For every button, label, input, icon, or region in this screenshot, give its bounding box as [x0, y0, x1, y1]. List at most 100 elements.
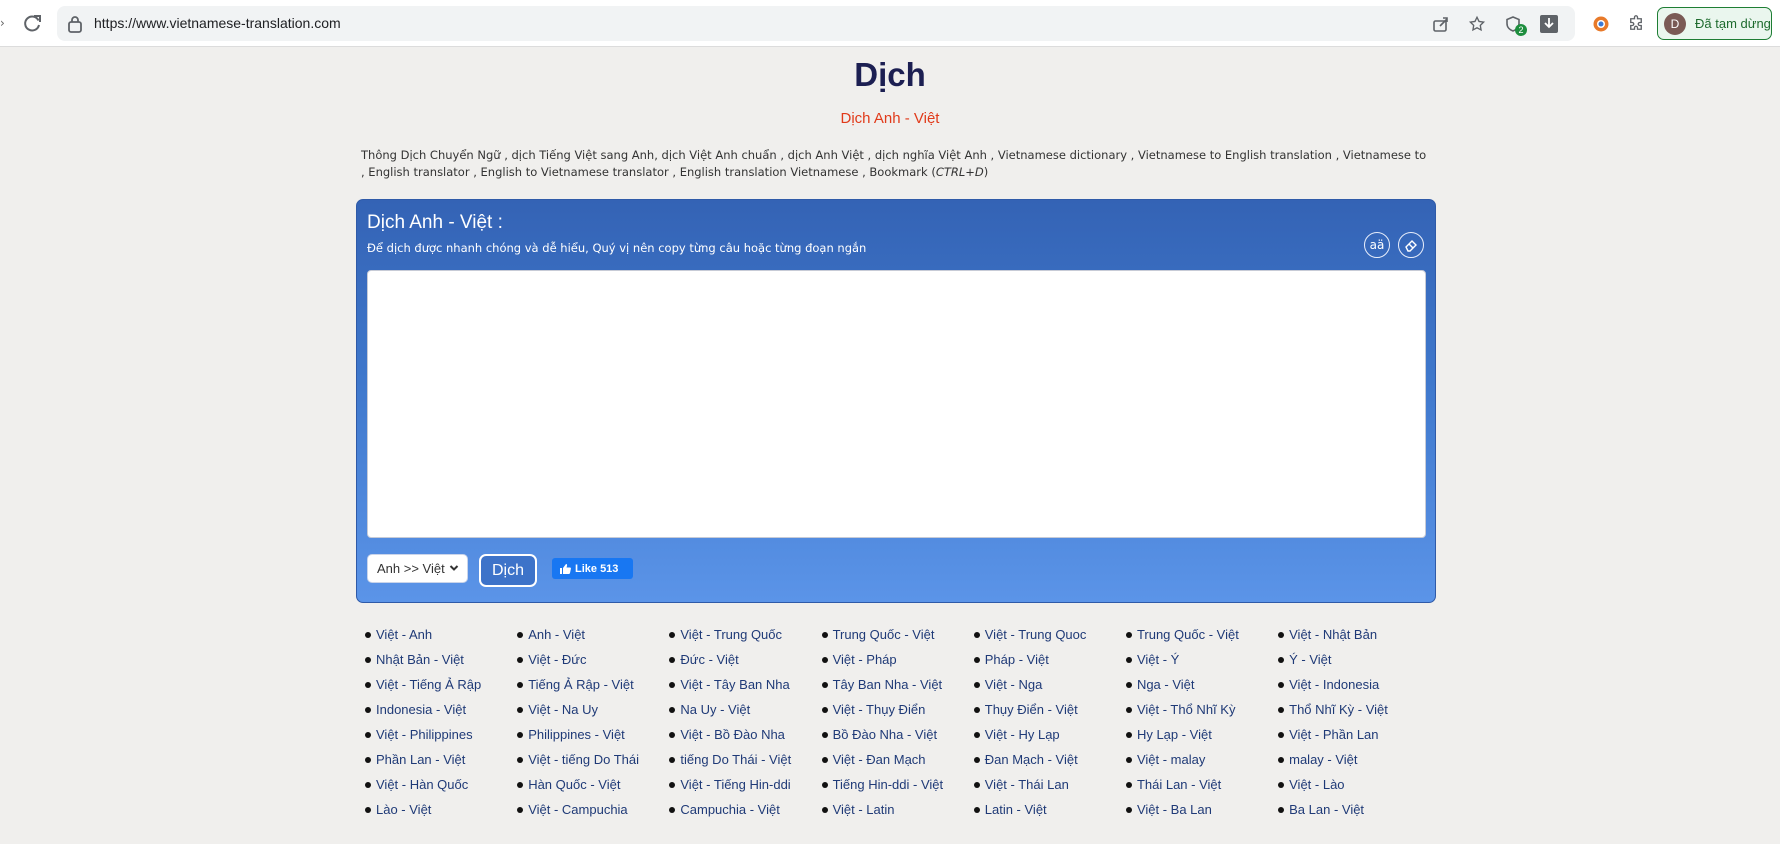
- translate-button[interactable]: Dịch: [479, 554, 537, 587]
- reload-icon[interactable]: [20, 12, 44, 36]
- chrome-ext-icon[interactable]: [1587, 10, 1615, 38]
- language-link[interactable]: Tây Ban Nha - Việt: [821, 672, 974, 697]
- language-link[interactable]: Việt - Trung Quốc: [669, 622, 821, 647]
- bullet-icon: [517, 681, 524, 688]
- language-link[interactable]: Trung Quốc - Việt: [1125, 622, 1278, 647]
- language-link[interactable]: Việt - Thổ Nhĩ Kỳ: [1125, 697, 1278, 722]
- language-link[interactable]: Philippines - Việt: [517, 722, 669, 747]
- language-link[interactable]: Việt - Indonesia: [1278, 672, 1430, 697]
- clear-button[interactable]: [1398, 232, 1424, 258]
- language-link[interactable]: Tiếng Ả Rập - Việt: [517, 672, 669, 697]
- language-link[interactable]: Tiếng Hin-ddi - Việt: [821, 772, 974, 797]
- language-link[interactable]: Việt - Ý: [1125, 647, 1278, 672]
- panel-hint: Để dịch được nhanh chóng và dễ hiểu, Quý…: [367, 241, 867, 255]
- language-link[interactable]: Việt - Trung Quoc: [973, 622, 1126, 647]
- language-link[interactable]: Việt - Pháp: [821, 647, 974, 672]
- language-link[interactable]: Đức - Việt: [669, 647, 821, 672]
- language-link-label: Na Uy - Việt: [680, 702, 751, 717]
- star-icon[interactable]: [1459, 10, 1495, 37]
- language-link[interactable]: Việt - Hy Lạp: [973, 722, 1126, 747]
- language-link[interactable]: Anh - Việt: [517, 622, 669, 647]
- bullet-icon: [365, 756, 371, 763]
- forward-icon[interactable]: ›: [0, 16, 6, 30]
- language-link[interactable]: Việt - Ba Lan: [1125, 797, 1278, 822]
- bullet-icon: [1278, 731, 1285, 738]
- language-link[interactable]: Thổ Nhĩ Kỳ - Việt: [1278, 697, 1430, 722]
- language-link-label: Philippines - Việt: [528, 727, 625, 742]
- language-link[interactable]: Indonesia - Việt: [365, 697, 517, 722]
- language-link-label: Việt - Lào: [1289, 777, 1345, 792]
- language-link[interactable]: Việt - Thụy Điển: [821, 697, 974, 722]
- bullet-icon: [365, 731, 371, 738]
- lock-icon[interactable]: [67, 15, 83, 33]
- selected-direction: Anh >> Việt: [377, 561, 445, 576]
- language-link-label: Tiếng Ả Rập - Việt: [528, 677, 634, 692]
- facebook-like-button[interactable]: Like 513: [552, 558, 633, 579]
- language-link[interactable]: Thái Lan - Việt: [1125, 772, 1278, 797]
- language-link-label: Việt - Tiếng Ả Rập: [376, 677, 482, 692]
- profile-button[interactable]: D Đã tạm dừng: [1657, 7, 1772, 40]
- language-link[interactable]: Pháp - Việt: [973, 647, 1126, 672]
- language-link[interactable]: Nhật Bản - Việt: [365, 647, 517, 672]
- language-link[interactable]: Việt - Philippines: [365, 722, 517, 747]
- language-link[interactable]: Việt - Na Uy: [517, 697, 669, 722]
- bullet-icon: [821, 656, 828, 663]
- language-link[interactable]: Việt - tiếng Do Thái: [517, 747, 669, 772]
- language-link[interactable]: Việt - Đức: [517, 647, 669, 672]
- language-link-label: Tây Ban Nha - Việt: [832, 677, 943, 692]
- download-icon[interactable]: [1531, 10, 1567, 37]
- language-link[interactable]: Ý - Việt: [1278, 647, 1430, 672]
- extension-check-icon[interactable]: 2: [1495, 10, 1531, 37]
- language-link[interactable]: Việt - malay: [1125, 747, 1278, 772]
- language-link[interactable]: Trung Quốc - Việt: [821, 622, 974, 647]
- font-size-button[interactable]: aä: [1364, 232, 1390, 258]
- bullet-icon: [365, 656, 371, 663]
- language-link[interactable]: Việt - Latin: [821, 797, 974, 822]
- url-text[interactable]: https://www.vietnamese-translation.com: [94, 15, 341, 31]
- browser-toolbar: › https://www.vietnamese-translation.com…: [0, 0, 1780, 47]
- language-link-label: Nga - Việt: [1136, 677, 1195, 692]
- bookmark-shortcut: CTRL+D: [935, 165, 984, 179]
- language-link[interactable]: Bồ Đào Nha - Việt: [821, 722, 974, 747]
- language-link[interactable]: Campuchia - Việt: [669, 797, 821, 822]
- share-icon[interactable]: [1423, 10, 1459, 37]
- source-text-input[interactable]: [367, 270, 1426, 538]
- language-link[interactable]: Việt - Tây Ban Nha: [669, 672, 821, 697]
- bullet-icon: [365, 806, 371, 813]
- language-link[interactable]: malay - Việt: [1278, 747, 1430, 772]
- language-link[interactable]: Latin - Việt: [973, 797, 1126, 822]
- language-link[interactable]: Ba Lan - Việt: [1278, 797, 1430, 822]
- language-link-label: Việt - Na Uy: [528, 702, 599, 717]
- language-link[interactable]: Hàn Quốc - Việt: [517, 772, 669, 797]
- bullet-icon: [1278, 681, 1285, 688]
- language-link[interactable]: Việt - Lào: [1278, 772, 1430, 797]
- language-link-label: Ba Lan - Việt: [1289, 802, 1365, 817]
- language-link[interactable]: Việt - Đan Mạch: [821, 747, 974, 772]
- language-link[interactable]: Việt - Nga: [973, 672, 1126, 697]
- language-link[interactable]: tiếng Do Thái - Việt: [669, 747, 821, 772]
- language-link[interactable]: Việt - Nhật Bản: [1278, 622, 1430, 647]
- bullet-icon: [1125, 631, 1132, 638]
- language-link[interactable]: Phần Lan - Việt: [365, 747, 517, 772]
- language-direction-select[interactable]: Anh >> Việt: [367, 554, 468, 583]
- language-link[interactable]: Đan Mạch - Việt: [973, 747, 1126, 772]
- language-link[interactable]: Việt - Bồ Đào Nha: [669, 722, 821, 747]
- language-link[interactable]: Việt - Campuchia: [517, 797, 669, 822]
- language-link[interactable]: Việt - Tiếng Hin-ddi: [669, 772, 821, 797]
- puzzle-icon[interactable]: [1622, 10, 1650, 38]
- language-link-label: Việt - Tây Ban Nha: [680, 677, 790, 692]
- language-link[interactable]: Việt - Hàn Quốc: [365, 772, 517, 797]
- language-link[interactable]: Việt - Tiếng Ả Rập: [365, 672, 517, 697]
- bullet-icon: [517, 781, 524, 788]
- language-link[interactable]: Việt - Anh: [365, 622, 517, 647]
- keywords-text: Thông Dịch Chuyển Ngữ , dịch Tiếng Việt …: [361, 147, 1431, 181]
- language-link[interactable]: Hy Lạp - Việt: [1125, 722, 1278, 747]
- language-link[interactable]: Na Uy - Việt: [669, 697, 821, 722]
- language-link[interactable]: Việt - Phần Lan: [1278, 722, 1430, 747]
- language-link[interactable]: Thụy Điển - Việt: [973, 697, 1126, 722]
- language-link[interactable]: Lào - Việt: [365, 797, 517, 822]
- language-link[interactable]: Việt - Thái Lan: [973, 772, 1126, 797]
- language-link[interactable]: Nga - Việt: [1125, 672, 1278, 697]
- address-bar[interactable]: https://www.vietnamese-translation.com 2: [57, 6, 1575, 41]
- language-link-label: Hàn Quốc - Việt: [528, 777, 621, 792]
